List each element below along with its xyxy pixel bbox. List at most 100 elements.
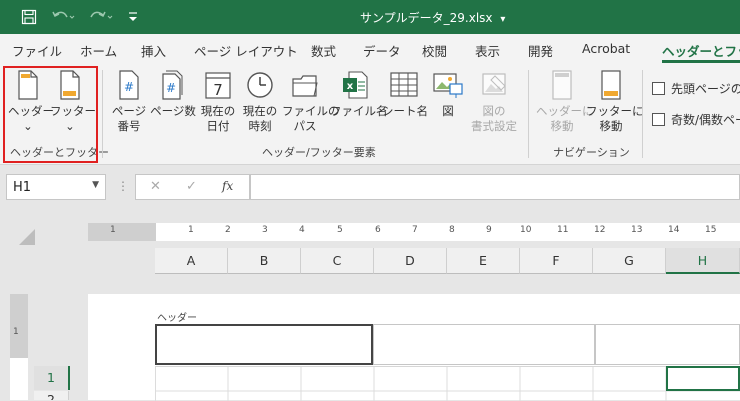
ruler-margin <box>10 294 28 358</box>
tab-review[interactable]: 校閲 <box>422 41 447 60</box>
column-header-b[interactable]: B <box>228 248 301 274</box>
ruler-label: 4 <box>299 225 305 235</box>
name-box-value: H1 <box>13 180 32 195</box>
ruler-label: 11 <box>557 225 569 235</box>
cell-grid[interactable] <box>155 366 740 401</box>
page-number-icon: # <box>119 70 139 100</box>
customize-icon[interactable] <box>124 7 142 27</box>
tab-view[interactable]: 表示 <box>475 41 500 60</box>
selected-cell-h1[interactable] <box>666 366 740 391</box>
undo-icon[interactable] <box>48 7 78 27</box>
header-area-label: ヘッダー <box>157 313 197 324</box>
header-center-section[interactable] <box>373 324 595 365</box>
goto-header-button[interactable]: ヘッダーに 移動 <box>536 70 594 134</box>
save-icon[interactable] <box>18 7 40 27</box>
cancel-icon[interactable]: ✕ <box>150 179 161 194</box>
tab-insert[interactable]: 挿入 <box>141 41 166 60</box>
goto-header-label-1: ヘッダーに <box>536 104 594 118</box>
svg-text:#: # <box>124 80 134 94</box>
column-header-a[interactable]: A <box>155 248 228 274</box>
current-time-button[interactable]: 現在の 時刻 <box>240 70 280 134</box>
group-label-navigation: ナビゲーション <box>553 146 630 159</box>
ruler-label: 1 <box>188 225 194 235</box>
first-page-checkbox[interactable]: 先頭ページのみ <box>652 80 740 97</box>
folder-icon <box>292 75 318 97</box>
tab-header-footer[interactable]: ヘッダーとフッタ <box>662 41 740 60</box>
ribbon: ヘッダー ⌄ フッター ⌄ ヘッダーとフッター # ページ 番号 # ページ数 … <box>0 64 740 165</box>
sheet-name-label: シート名 <box>382 104 428 118</box>
column-header-e[interactable]: E <box>447 248 520 274</box>
goto-footer-icon <box>601 70 621 100</box>
format-picture-button[interactable]: 図の 書式設定 <box>468 70 520 134</box>
ruler-label: 3 <box>262 225 268 235</box>
picture-label: 図 <box>442 104 454 118</box>
column-header-f[interactable]: F <box>520 248 593 274</box>
column-header-g[interactable]: G <box>593 248 666 274</box>
checkbox-box[interactable] <box>652 113 665 126</box>
header-right-section[interactable] <box>595 324 740 365</box>
page-area: ヘッダー <box>88 294 740 401</box>
header-left-section[interactable] <box>155 324 373 365</box>
ruler-label: 8 <box>449 225 455 235</box>
ruler-label: 1 <box>110 225 116 235</box>
clock-icon <box>247 72 273 98</box>
current-time-label-1: 現在の <box>242 104 278 118</box>
sheet-name-button[interactable]: シート名 <box>382 70 428 119</box>
ruler-label: 13 <box>631 225 643 235</box>
row-header-1[interactable]: 1 <box>34 366 70 390</box>
tab-page-layout[interactable]: ページ レイアウト <box>194 41 298 60</box>
odd-even-label: 奇数/偶数ペー <box>671 113 740 127</box>
ruler-label: 15 <box>705 225 717 235</box>
ruler-label: 2 <box>225 225 231 235</box>
tab-home[interactable]: ホーム <box>80 41 117 60</box>
ruler-label: 9 <box>486 225 492 235</box>
goto-header-icon <box>552 70 572 100</box>
odd-even-checkbox[interactable]: 奇数/偶数ペー <box>652 111 740 128</box>
goto-footer-label-1: フッターに <box>586 104 644 118</box>
calendar-day-number: 7 <box>213 81 223 99</box>
group-label-header-footer-elements: ヘッダー/フッター要素 <box>262 146 376 159</box>
first-page-label: 先頭ページのみ <box>671 82 740 96</box>
column-header-d[interactable]: D <box>374 248 447 274</box>
ruler-label: 12 <box>594 225 606 235</box>
goto-footer-button[interactable]: フッターに 移動 <box>586 70 644 134</box>
formula-buttons: ✕ ✓ fx <box>135 174 250 200</box>
current-time-label-2: 時刻 <box>248 119 272 133</box>
page-number-button[interactable]: # ページ 番号 <box>110 70 148 134</box>
enter-icon[interactable]: ✓ <box>186 179 197 194</box>
redo-icon[interactable] <box>86 7 116 27</box>
tab-file[interactable]: ファイル <box>12 41 62 60</box>
separator <box>642 70 643 158</box>
file-name-button[interactable]: x ファイル名 <box>330 70 388 119</box>
picture-button[interactable]: 図 <box>430 70 466 119</box>
row-header-2[interactable]: 2 <box>34 391 69 400</box>
formula-input[interactable] <box>250 174 740 200</box>
select-all-icon[interactable] <box>18 228 36 246</box>
tab-developer[interactable]: 開発 <box>528 41 553 60</box>
ruler-label: 5 <box>337 225 343 235</box>
name-box-dropdown-icon[interactable]: ▼ <box>92 180 99 190</box>
tab-data[interactable]: データ <box>363 41 401 60</box>
current-date-button[interactable]: 7 現在の 日付 <box>198 70 238 134</box>
active-tab-underline <box>662 60 740 63</box>
column-header-h[interactable]: H <box>666 248 740 274</box>
checkbox-box[interactable] <box>652 82 665 95</box>
name-box[interactable]: H1 ▼ <box>6 174 106 200</box>
insert-function-icon[interactable]: fx <box>222 179 233 193</box>
highlight-box <box>3 66 98 163</box>
page-number-label-1: ページ <box>111 104 147 118</box>
format-picture-label-2: 書式設定 <box>471 119 517 133</box>
separator <box>528 70 529 158</box>
goto-footer-label-2: 移動 <box>599 119 623 133</box>
svg-text:x: x <box>347 81 354 92</box>
page-count-button[interactable]: # ページ数 <box>150 70 196 119</box>
ruler-label: 7 <box>412 225 418 235</box>
ruler-label: 10 <box>520 225 532 235</box>
title-dropdown-icon[interactable]: ▾ <box>500 14 505 25</box>
file-path-button[interactable]: ファイルの パス <box>282 70 340 134</box>
sheet-icon <box>390 72 418 97</box>
tab-acrobat[interactable]: Acrobat <box>582 41 630 56</box>
column-header-c[interactable]: C <box>301 248 374 274</box>
ruler-label: 14 <box>668 225 680 235</box>
tab-formulas[interactable]: 数式 <box>311 41 336 60</box>
